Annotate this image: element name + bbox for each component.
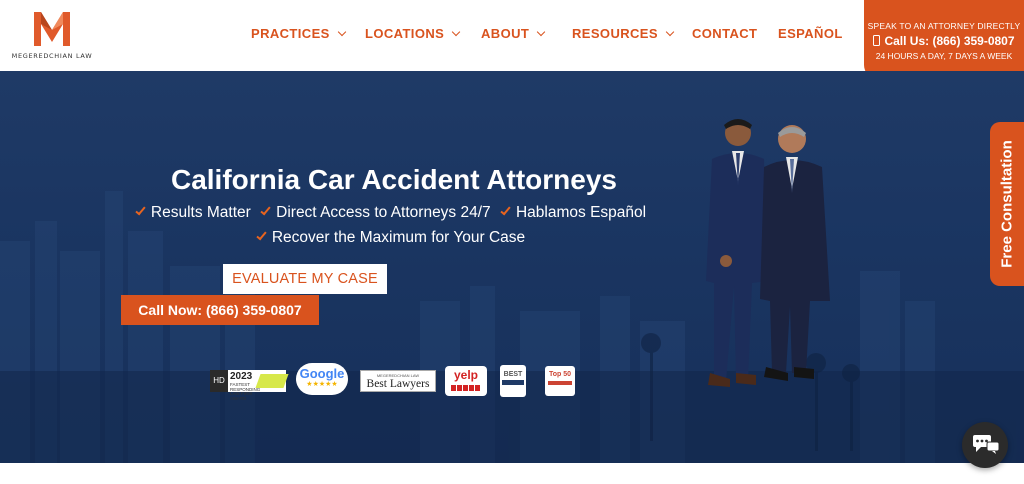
hd-award-text: FASTEST RESPONDING LAW FIRM AWARD <box>230 382 261 401</box>
benefit-item: Results Matter <box>135 204 251 222</box>
benefit-item: Recover the Maximum for Your Case <box>256 229 526 247</box>
yelp-badge: yelp <box>445 366 487 396</box>
free-consultation-label: Free Consultation <box>998 140 1016 268</box>
nav-resources[interactable]: RESOURCES <box>572 26 675 41</box>
hd-logo-icon: HD <box>210 370 228 392</box>
google-logo-text: Google <box>299 366 345 381</box>
cta-hours-text: 24 HOURS A DAY, 7 DAYS A WEEK <box>875 51 1013 61</box>
best-law-firms-badge: BEST <box>500 365 526 397</box>
benefit-item: Hablamos Español <box>500 204 647 222</box>
nav-resources-label: RESOURCES <box>572 26 658 41</box>
benefit-item: Direct Access to Attorneys 24/7 <box>260 204 491 222</box>
nav-about-label: ABOUT <box>481 26 530 41</box>
evaluate-my-case-button[interactable]: EVALUATE MY CASE <box>223 264 387 294</box>
hd-award-badge: HD 2023 FASTEST RESPONDING LAW FIRM AWAR… <box>210 370 289 400</box>
chevron-down-icon <box>536 27 546 37</box>
logo-text: MEGEREDCHIAN LAW <box>11 52 93 60</box>
checkmark-icon <box>500 204 511 216</box>
top-50-badge: Top 50 <box>545 366 575 396</box>
hd-award-year: 2023 <box>230 371 253 382</box>
benefit-text: Results Matter <box>150 204 251 221</box>
nav-contact-label: CONTACT <box>692 26 758 41</box>
google-stars: ★★★★★ <box>306 381 338 388</box>
best-label: BEST <box>503 371 523 378</box>
chevron-down-icon <box>665 27 675 37</box>
best-badge-ribbon <box>502 380 524 385</box>
top50-ribbon <box>548 381 572 385</box>
logo[interactable]: MEGEREDCHIAN LAW <box>8 10 96 64</box>
benefit-text: Hablamos Español <box>515 204 647 221</box>
page-below-hero <box>0 463 1024 484</box>
yelp-rating-icon <box>451 385 481 391</box>
checkmark-icon <box>256 229 267 241</box>
checkmark-icon <box>135 204 146 216</box>
mobile-phone-icon <box>873 35 881 46</box>
cta-speak-text: SPEAK TO AN ATTORNEY DIRECTLY <box>867 21 1021 31</box>
nav-practices-label: PRACTICES <box>251 26 330 41</box>
cta-call-line[interactable]: Call Us: (866) 359-0807 <box>864 34 1024 48</box>
hero-benefits-row-1: Results Matter Direct Access to Attorney… <box>0 204 784 222</box>
logo-mark-icon <box>34 12 70 46</box>
free-consultation-tab[interactable]: Free Consultation <box>990 122 1024 286</box>
header-call-cta[interactable]: SPEAK TO AN ATTORNEY DIRECTLY Call Us: (… <box>864 0 1024 79</box>
chat-bubbles-icon <box>973 435 1000 454</box>
call-now-button[interactable]: Call Now: (866) 359-0807 <box>121 295 319 325</box>
yelp-logo-text: yelp <box>453 368 478 382</box>
cta-call-text: Call Us: (866) 359-0807 <box>884 34 1015 48</box>
nav-practices[interactable]: PRACTICES <box>251 26 346 41</box>
attorneys-photo <box>706 119 830 387</box>
hero-section: California Car Accident Attorneys Result… <box>0 71 1024 463</box>
nav-locations-label: LOCATIONS <box>365 26 445 41</box>
benefit-text: Recover the Maximum for Your Case <box>271 229 526 246</box>
nav-contact[interactable]: CONTACT <box>692 26 757 41</box>
hero-benefits-row-2: Recover the Maximum for Your Case <box>0 229 784 247</box>
top50-label: Top 50 <box>548 371 572 378</box>
checkmark-icon <box>260 204 271 216</box>
benefit-text: Direct Access to Attorneys 24/7 <box>276 204 491 221</box>
chat-launcher-button[interactable] <box>962 422 1008 468</box>
site-header: MEGEREDCHIAN LAW PRACTICES LOCATIONS ABO… <box>0 0 1024 79</box>
nav-locations[interactable]: LOCATIONS <box>365 26 461 41</box>
nav-about[interactable]: ABOUT <box>481 26 546 41</box>
google-reviews-badge: Google ★★★★★ <box>296 363 348 395</box>
best-lawyers-text: Best Lawyers <box>366 378 430 390</box>
hd-award-stripe <box>255 374 289 388</box>
nav-espanol-label: ESPAÑOL <box>778 26 843 41</box>
best-lawyers-badge: MEGEREDCHIAN LAW Best Lawyers <box>360 370 436 392</box>
chevron-down-icon <box>337 27 346 37</box>
hero-title: California Car Accident Attorneys <box>170 164 618 195</box>
nav-espanol[interactable]: ESPAÑOL <box>778 26 843 41</box>
chevron-down-icon <box>451 27 461 37</box>
city-skyline-background <box>0 191 1024 463</box>
